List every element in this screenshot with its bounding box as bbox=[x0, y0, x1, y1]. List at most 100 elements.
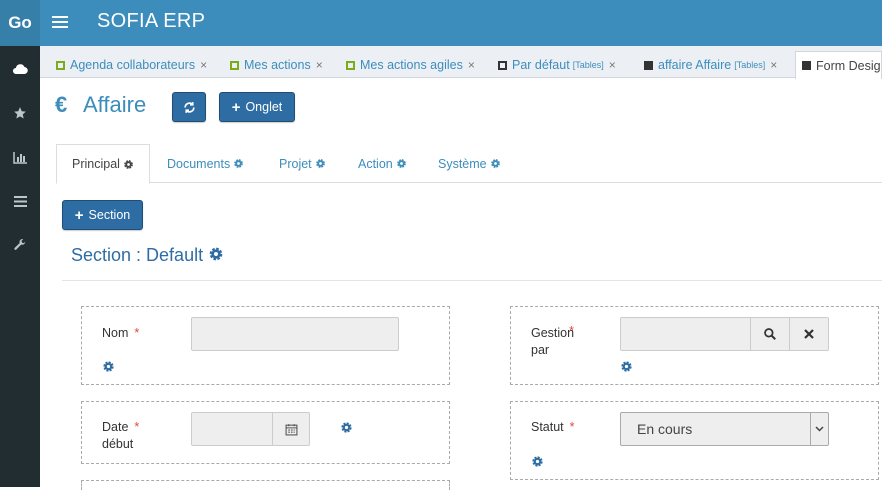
date-debut-input[interactable] bbox=[191, 412, 273, 446]
star-icon[interactable] bbox=[0, 98, 40, 128]
wrench-icon[interactable] bbox=[0, 230, 40, 260]
field-box-nom: Nom * bbox=[81, 306, 450, 385]
add-onglet-button[interactable]: + Onglet bbox=[219, 92, 295, 122]
app-logo[interactable]: Go bbox=[0, 0, 40, 46]
tab-mes-actions[interactable]: Mes actions × bbox=[224, 52, 329, 78]
tab-strip: Agenda collaborateurs × Mes actions × Me… bbox=[40, 46, 882, 79]
tab-label: Par défaut bbox=[512, 58, 570, 72]
search-button[interactable] bbox=[750, 317, 790, 351]
refresh-icon bbox=[183, 101, 195, 113]
top-bar: Go SOFIA ERP bbox=[0, 0, 882, 46]
tab-label: Action bbox=[358, 156, 393, 171]
required-marker: * bbox=[134, 420, 140, 434]
chart-icon[interactable] bbox=[0, 142, 40, 172]
field-label-date-debut: Date * début bbox=[102, 419, 139, 453]
tab-principal[interactable]: Principal bbox=[56, 144, 150, 184]
tab-label: Mes actions agiles bbox=[360, 58, 463, 72]
plus-icon: + bbox=[231, 98, 241, 116]
tab-action[interactable]: Action bbox=[358, 144, 407, 183]
tab-affaire-affaire[interactable]: affaire Affaire [Tables] × bbox=[638, 52, 783, 78]
field-box-gestion-par: Gestion* par bbox=[510, 306, 879, 385]
field-label-statut: Statut * bbox=[531, 419, 575, 436]
tab-label: Mes actions bbox=[244, 58, 311, 72]
gear-icon bbox=[490, 159, 500, 168]
close-icon[interactable]: × bbox=[468, 58, 475, 72]
gear-icon bbox=[315, 159, 325, 168]
euro-icon: € bbox=[55, 92, 68, 117]
tab-projet[interactable]: Projet bbox=[279, 144, 326, 183]
section-title-text: Section : Default bbox=[71, 245, 204, 265]
sidebar bbox=[0, 46, 40, 487]
label-text: Statut bbox=[531, 420, 564, 434]
gear-icon bbox=[396, 159, 406, 168]
gear-icon[interactable] bbox=[208, 246, 224, 262]
field-box-partial bbox=[81, 480, 450, 490]
tab-label: Form Design bbox=[816, 58, 882, 73]
close-icon[interactable]: × bbox=[609, 58, 616, 72]
cloud-icon[interactable] bbox=[0, 54, 40, 84]
field-box-statut: Statut * En cours bbox=[510, 401, 879, 480]
tab-label: Documents bbox=[167, 156, 231, 171]
calendar-icon bbox=[285, 423, 297, 435]
required-marker: * bbox=[134, 326, 140, 340]
gear-icon[interactable] bbox=[620, 360, 633, 373]
field-label-gestion-par: Gestion* par bbox=[531, 324, 575, 359]
tab-agenda-collaborateurs[interactable]: Agenda collaborateurs × bbox=[50, 52, 213, 78]
tab-mes-actions-agiles[interactable]: Mes actions agiles × bbox=[340, 52, 481, 78]
menu-toggle-icon[interactable] bbox=[52, 13, 68, 33]
button-label: Section bbox=[88, 208, 131, 222]
tab-suffix: [Tables] bbox=[734, 60, 766, 70]
gestion-par-input[interactable] bbox=[620, 317, 751, 351]
section-title: Section : Default bbox=[71, 245, 224, 266]
plus-icon: + bbox=[74, 206, 84, 224]
label-text: Gestion bbox=[531, 326, 575, 340]
gear-icon[interactable] bbox=[102, 360, 115, 373]
label-text: par bbox=[531, 343, 550, 357]
tab-square-icon bbox=[644, 60, 653, 70]
nom-input[interactable] bbox=[191, 317, 399, 351]
list-icon[interactable] bbox=[0, 186, 40, 216]
tab-square-icon bbox=[802, 61, 811, 70]
gear-icon[interactable] bbox=[340, 421, 353, 434]
close-icon[interactable]: × bbox=[316, 58, 323, 72]
tab-square-icon bbox=[498, 60, 507, 70]
inner-tabs: Principal Documents Projet Action Systèm… bbox=[56, 144, 882, 184]
add-section-button[interactable]: + Section bbox=[62, 200, 143, 230]
divider bbox=[62, 280, 882, 281]
gear-icon bbox=[234, 159, 244, 168]
required-marker: * bbox=[569, 324, 574, 338]
gear-icon[interactable] bbox=[531, 455, 544, 468]
tab-label: Principal bbox=[72, 157, 120, 171]
tab-label: Projet bbox=[279, 156, 312, 171]
page-title: Affaire bbox=[83, 92, 147, 117]
close-icon bbox=[804, 329, 814, 339]
button-label: Onglet bbox=[245, 100, 283, 114]
calendar-button[interactable] bbox=[272, 412, 310, 446]
selected-value: En cours bbox=[637, 421, 693, 437]
label-text: Date bbox=[102, 420, 129, 434]
tab-label: Système bbox=[438, 156, 487, 171]
label-text: début bbox=[102, 437, 134, 451]
close-icon[interactable]: × bbox=[200, 58, 207, 72]
gear-icon bbox=[124, 159, 133, 169]
tab-label: affaire Affaire bbox=[658, 58, 732, 72]
label-text: Nom bbox=[102, 326, 129, 340]
tab-square-icon bbox=[346, 60, 355, 70]
clear-button[interactable] bbox=[789, 317, 829, 351]
statut-select[interactable]: En cours bbox=[620, 412, 829, 446]
tab-suffix: [Tables] bbox=[572, 60, 604, 70]
app-title: SOFIA ERP bbox=[97, 10, 206, 32]
tab-form-design[interactable]: Form Design bbox=[795, 51, 882, 79]
tab-documents[interactable]: Documents bbox=[167, 144, 244, 183]
refresh-button[interactable] bbox=[172, 92, 206, 122]
field-box-date-debut: Date * début bbox=[81, 401, 450, 464]
required-marker: * bbox=[569, 420, 575, 434]
chevron-down-icon bbox=[810, 413, 828, 445]
tab-square-icon bbox=[56, 60, 65, 70]
tab-systeme[interactable]: Système bbox=[438, 144, 501, 183]
tab-par-defaut[interactable]: Par défaut [Tables] × bbox=[492, 52, 622, 78]
field-label-nom: Nom * bbox=[102, 325, 139, 342]
search-icon bbox=[764, 328, 776, 340]
tab-square-icon bbox=[230, 60, 239, 70]
close-icon[interactable]: × bbox=[770, 58, 777, 72]
